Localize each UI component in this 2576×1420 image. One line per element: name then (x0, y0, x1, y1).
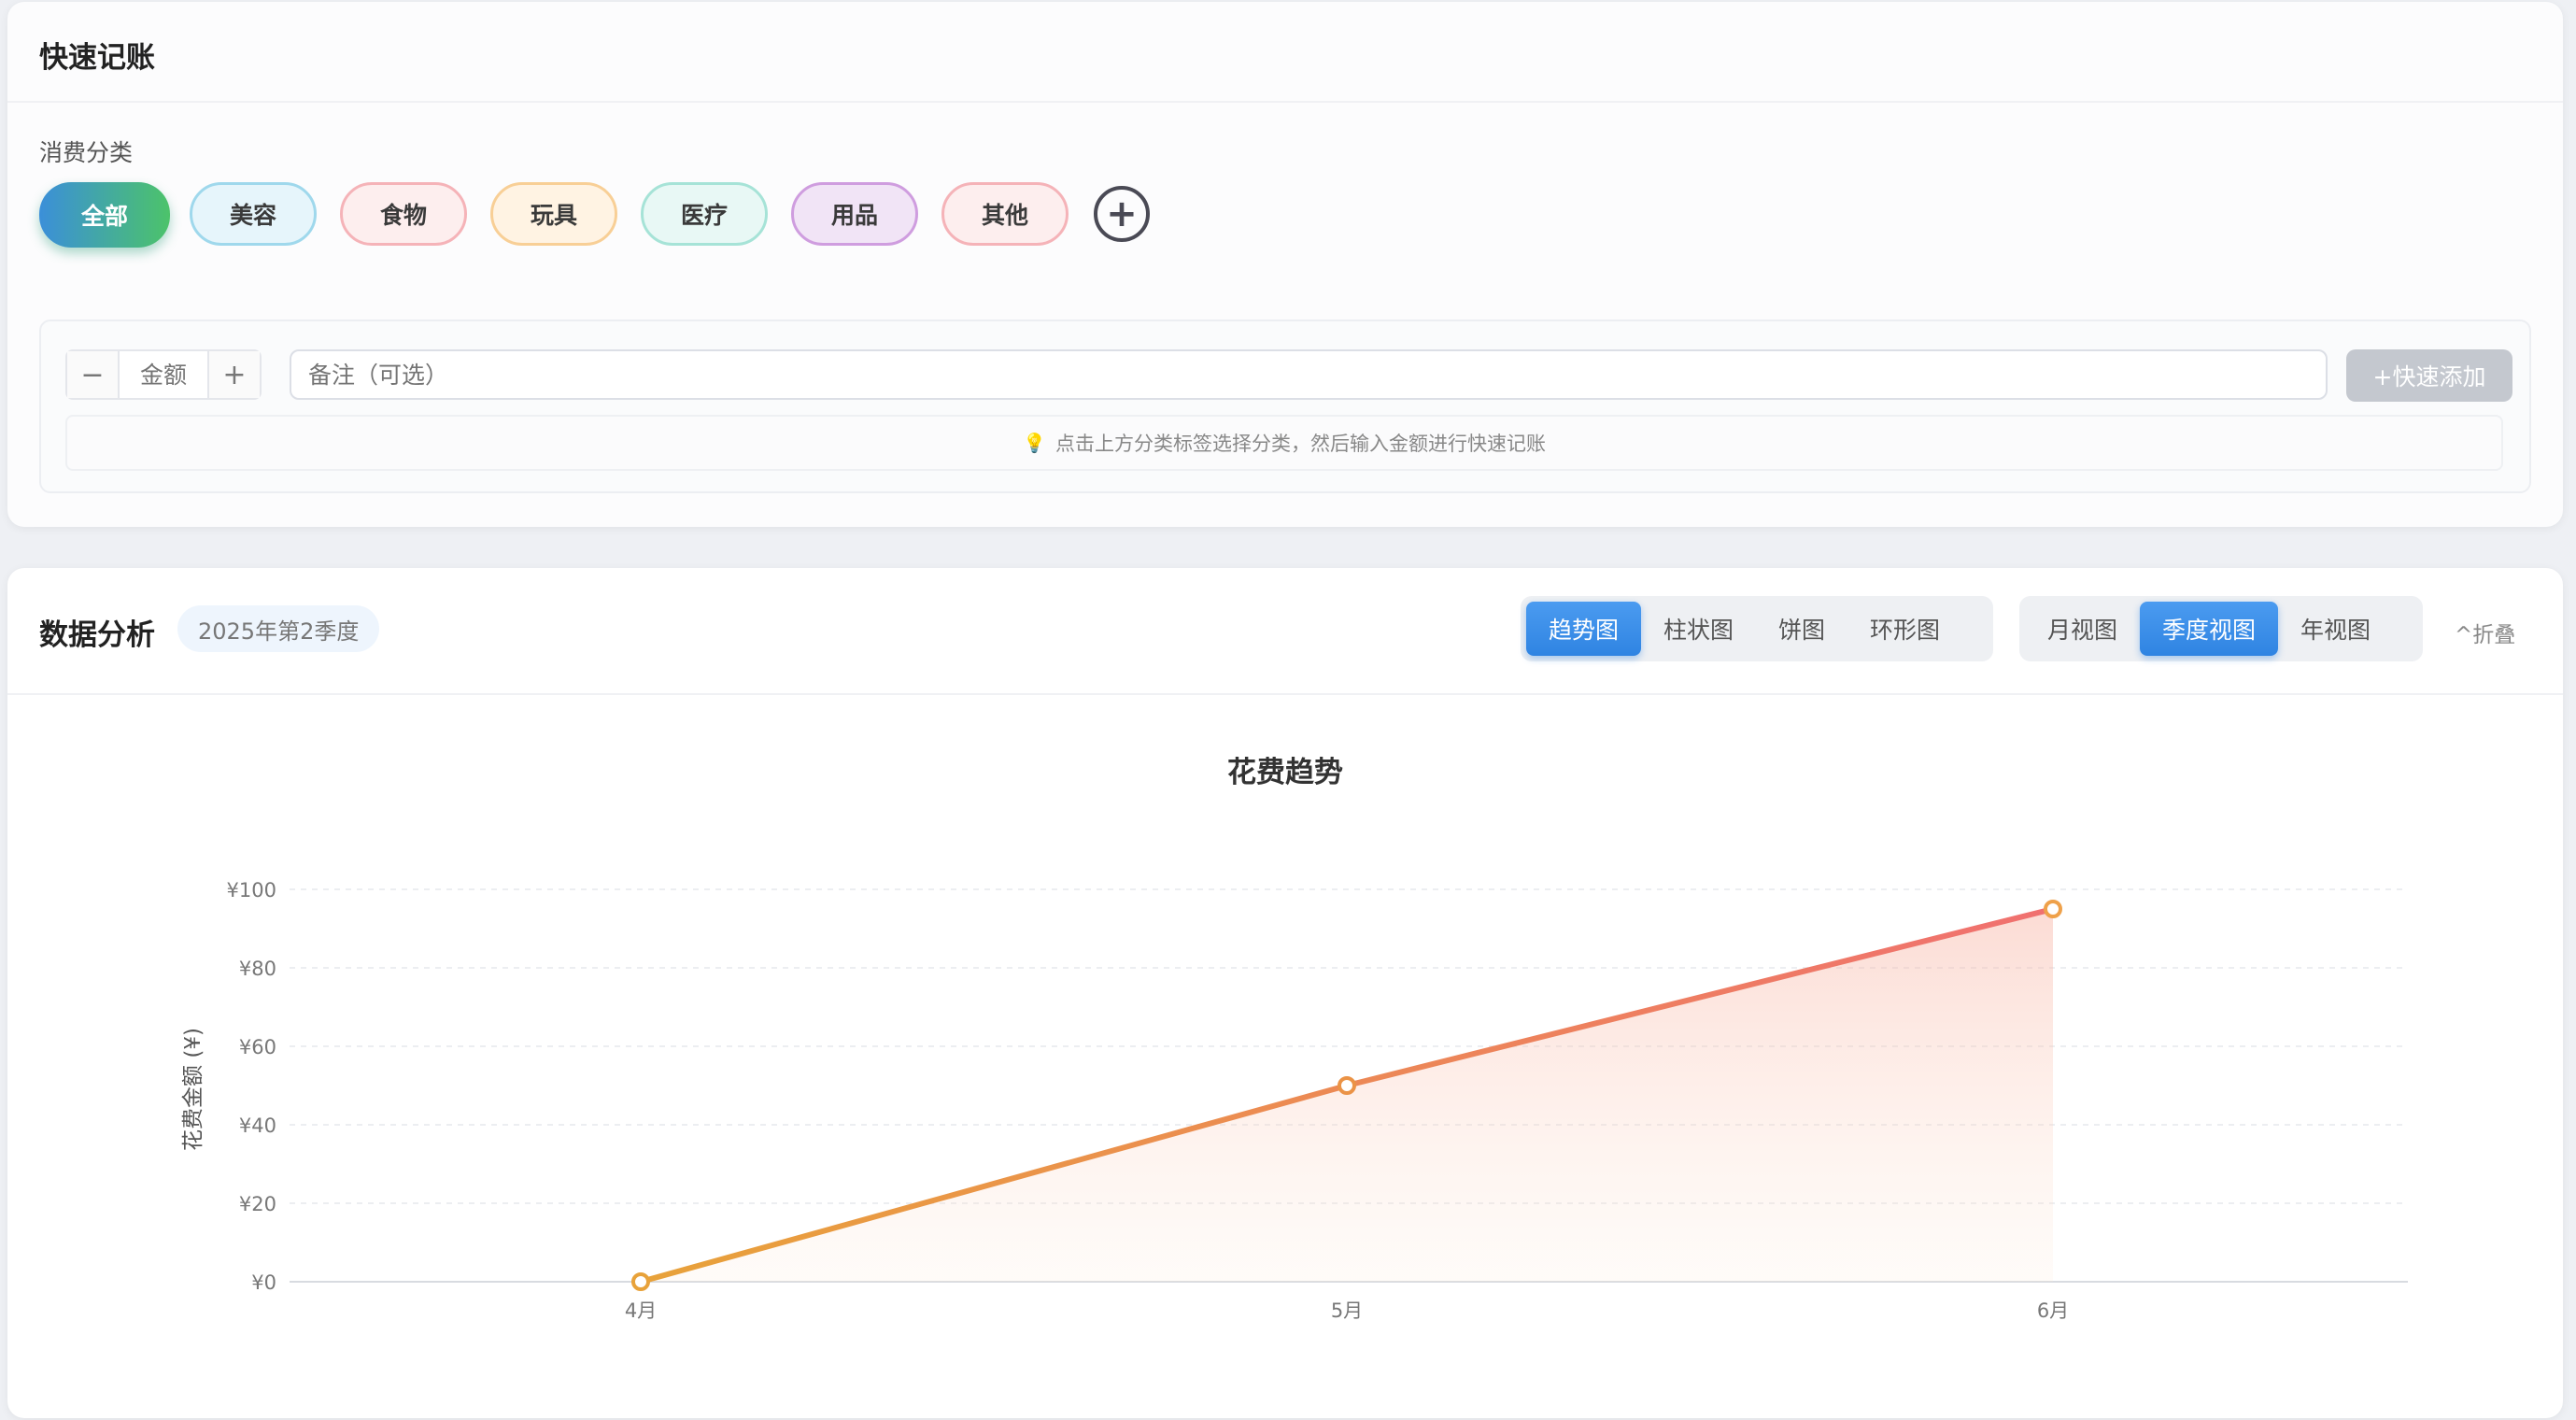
analysis-title: 数据分析 (39, 618, 155, 652)
y-tick-label: ¥100 (227, 879, 276, 902)
x-tick-label: 5月 (1331, 1299, 1363, 1322)
y-tick-label: ¥0 (251, 1271, 276, 1294)
amount-stepper: − + (65, 349, 262, 400)
entry-panel: − + +快速添加 💡 点击上方分类标签选择分类，然后输入金额进行快速记账 (39, 320, 2531, 493)
category-tag[interactable]: 全部 (39, 182, 170, 248)
category-label: 消费分类 (39, 139, 134, 166)
y-axis: ¥0 ¥20 ¥40 ¥60 ¥80 ¥100 (227, 879, 276, 1294)
hint-text: 点击上方分类标签选择分类，然后输入金额进行快速记账 (1054, 433, 1546, 455)
quick-add-title: 快速记账 (39, 41, 155, 75)
add-category-button[interactable]: + (1094, 186, 1150, 242)
category-tag[interactable]: 玩具 (490, 182, 617, 246)
analysis-card: 数据分析 2025年第2季度 趋势图 柱状图 饼图 环形图 月视图 季度视图 年视图 ^折… (7, 568, 2563, 1418)
trend-area (641, 909, 2053, 1282)
x-tick-label: 4月 (625, 1299, 657, 1322)
quick-add-button[interactable]: +快速添加 (2346, 349, 2512, 402)
hint-bar: 💡 点击上方分类标签选择分类，然后输入金额进行快速记账 (65, 415, 2503, 471)
category-tag[interactable]: 美容 (190, 182, 317, 246)
lightbulb-icon: 💡 (1023, 432, 1046, 454)
category-tag[interactable]: 医疗 (641, 182, 768, 246)
amount-input[interactable] (120, 351, 207, 398)
analysis-header: 数据分析 2025年第2季度 趋势图 柱状图 饼图 环形图 月视图 季度视图 年视图 ^折… (7, 568, 2563, 695)
x-tick-label: 6月 (2037, 1299, 2069, 1322)
data-point[interactable] (631, 1272, 650, 1291)
category-tag[interactable]: 用品 (791, 182, 918, 246)
y-tick-label: ¥40 (239, 1115, 276, 1137)
view-option[interactable]: 年视图 (2278, 602, 2393, 656)
chart-type-option[interactable]: 柱状图 (1641, 602, 1756, 656)
chart-type-option[interactable]: 趋势图 (1526, 602, 1642, 656)
y-tick-label: ¥60 (239, 1036, 276, 1058)
chart-title: 花费趋势 (1227, 756, 1343, 789)
period-badge: 2025年第2季度 (177, 605, 380, 652)
data-point[interactable] (1338, 1076, 1356, 1095)
y-axis-label: 花费金额 (¥) (181, 1028, 205, 1151)
note-input[interactable] (290, 349, 2328, 400)
view-option[interactable]: 季度视图 (2140, 602, 2279, 656)
view-option[interactable]: 月视图 (2025, 602, 2140, 656)
quick-add-card: 快速记账 消费分类 全部美容食物玩具医疗用品其他 + − + +快速添加 💡 点击… (7, 2, 2563, 527)
y-tick-label: ¥80 (239, 958, 276, 980)
collapse-button[interactable]: ^折叠 (2455, 617, 2515, 648)
chart-type-switcher: 趋势图 柱状图 饼图 环形图 (1521, 596, 1993, 661)
category-tag[interactable]: 食物 (340, 182, 467, 246)
view-switcher: 月视图 季度视图 年视图 (2019, 596, 2423, 661)
quick-add-header: 快速记账 (7, 2, 2563, 103)
chart-type-option[interactable]: 环形图 (1847, 602, 1962, 656)
x-axis: 4月 5月 6月 (625, 1299, 2069, 1322)
decrease-amount-button[interactable]: − (67, 351, 120, 398)
data-point[interactable] (2044, 900, 2062, 918)
y-tick-label: ¥20 (239, 1193, 276, 1215)
trend-chart: 花费趋势 ¥0 ¥20 ¥40 ¥60 ¥80 ¥100 花费金额 (¥) 4月 5月 6月 (181, 756, 2408, 1322)
chart-type-option[interactable]: 饼图 (1756, 602, 1847, 656)
category-tag[interactable]: 其他 (941, 182, 1069, 246)
increase-amount-button[interactable]: + (207, 351, 260, 398)
